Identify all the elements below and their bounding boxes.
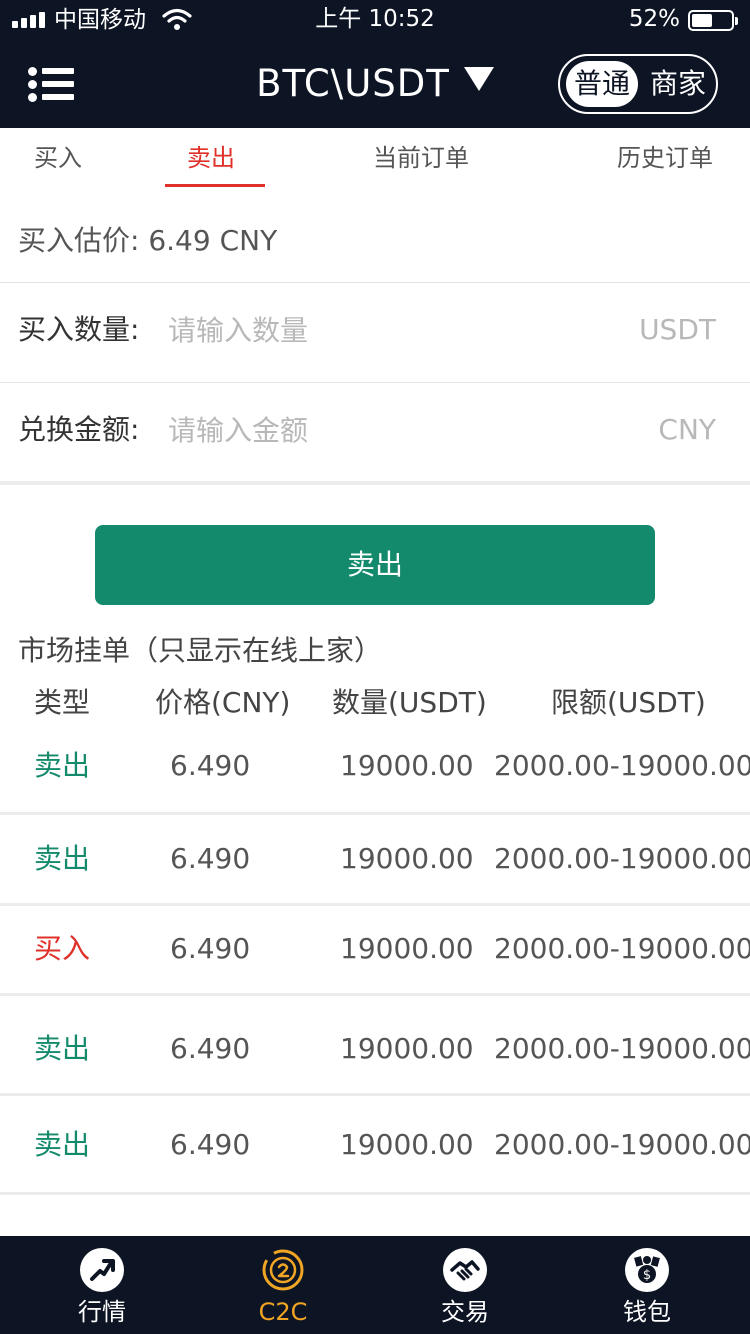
order-price: 6.490 xyxy=(170,842,251,875)
estimate-unit: CNY xyxy=(219,224,278,257)
divider xyxy=(0,382,750,383)
amount-label: 兑换金额: xyxy=(18,413,140,446)
tab-history-orders[interactable]: 历史订单 xyxy=(617,142,713,174)
row-divider xyxy=(0,903,750,906)
row-divider xyxy=(0,1093,750,1096)
row-divider xyxy=(0,1192,750,1195)
caret-down-icon xyxy=(463,67,494,91)
mode-merchant-option[interactable]: 商家 xyxy=(642,61,714,107)
battery-icon xyxy=(688,10,738,31)
order-price: 6.490 xyxy=(170,1032,251,1065)
trading-pair-label: BTC\USDT xyxy=(256,62,450,105)
order-limit: 2000.00-19000.00 xyxy=(494,1128,750,1161)
battery-percent: 52% xyxy=(628,6,680,32)
row-divider xyxy=(0,993,750,996)
order-limit: 2000.00-19000.00 xyxy=(494,1032,750,1065)
order-type: 卖出 xyxy=(34,1032,91,1065)
estimate-value: 6.49 xyxy=(148,224,211,257)
order-type: 买入 xyxy=(34,932,91,965)
column-header-quantity: 数量(USDT) xyxy=(332,686,487,719)
handshake-icon xyxy=(443,1248,487,1292)
order-quantity: 19000.00 xyxy=(340,749,474,782)
buy-estimate: 买入估价: 6.49 CNY xyxy=(18,222,277,260)
order-price: 6.490 xyxy=(170,749,251,782)
bottom-tab-trade-label: 交易 xyxy=(441,1298,489,1326)
order-quantity: 19000.00 xyxy=(340,932,474,965)
quantity-label: 买入数量: xyxy=(18,313,140,346)
tab-current-orders[interactable]: 当前订单 xyxy=(373,142,469,174)
order-quantity: 19000.00 xyxy=(340,1032,474,1065)
column-header-type: 类型 xyxy=(34,686,91,719)
column-header-limit: 限额(USDT) xyxy=(551,686,706,719)
bottom-tab-c2c[interactable]: C2C xyxy=(208,1236,358,1334)
market-trend-icon xyxy=(80,1248,124,1292)
bottom-tab-market[interactable]: 行情 xyxy=(27,1236,177,1334)
bottom-tab-wallet-label: 钱包 xyxy=(623,1298,671,1326)
order-quantity: 19000.00 xyxy=(340,842,474,875)
order-tabs: 买入 卖出 当前订单 历史订单 xyxy=(0,128,750,190)
tab-buy[interactable]: 买入 xyxy=(34,142,82,174)
bottom-tab-market-label: 行情 xyxy=(78,1298,126,1326)
order-type: 卖出 xyxy=(34,749,91,782)
active-tab-indicator xyxy=(165,184,265,187)
status-bar: 中国移动 上午 10:52 52% xyxy=(0,0,750,40)
divider xyxy=(0,282,750,283)
amount-unit: CNY xyxy=(658,413,716,446)
column-header-price: 价格(CNY) xyxy=(155,686,291,719)
amount-input[interactable] xyxy=(168,410,608,450)
quantity-input[interactable] xyxy=(168,310,608,350)
svg-text:$: $ xyxy=(643,1268,651,1283)
order-type: 卖出 xyxy=(34,842,91,875)
quantity-unit: USDT xyxy=(639,313,716,346)
divider xyxy=(0,481,750,485)
battery-level xyxy=(692,14,712,27)
sell-button[interactable]: 卖出 xyxy=(95,525,655,605)
estimate-label: 买入估价: xyxy=(18,224,140,257)
order-limit: 2000.00-19000.00 xyxy=(494,842,750,875)
row-divider xyxy=(0,812,750,815)
order-price: 6.490 xyxy=(170,1128,251,1161)
order-price: 6.490 xyxy=(170,932,251,965)
tab-sell[interactable]: 卖出 xyxy=(187,142,235,174)
order-limit: 2000.00-19000.00 xyxy=(494,749,750,782)
bottom-tab-wallet[interactable]: $ 钱包 xyxy=(572,1236,722,1334)
mode-normal-option[interactable]: 普通 xyxy=(566,61,638,107)
wallet-icon: $ xyxy=(625,1248,669,1292)
mode-toggle[interactable]: 普通 商家 xyxy=(558,54,718,114)
order-type: 卖出 xyxy=(34,1128,91,1161)
c2c-icon xyxy=(262,1249,304,1291)
top-nav-bar: BTC\USDT 普通 商家 xyxy=(0,40,750,128)
bottom-tab-bar: 行情 C2C 交易 $ 钱包 xyxy=(0,1236,750,1334)
bottom-tab-trade[interactable]: 交易 xyxy=(390,1236,540,1334)
order-limit: 2000.00-19000.00 xyxy=(494,932,750,965)
market-orders-title: 市场挂单（只显示在线上家） xyxy=(18,634,383,667)
order-quantity: 19000.00 xyxy=(340,1128,474,1161)
bottom-tab-c2c-label: C2C xyxy=(258,1298,308,1326)
